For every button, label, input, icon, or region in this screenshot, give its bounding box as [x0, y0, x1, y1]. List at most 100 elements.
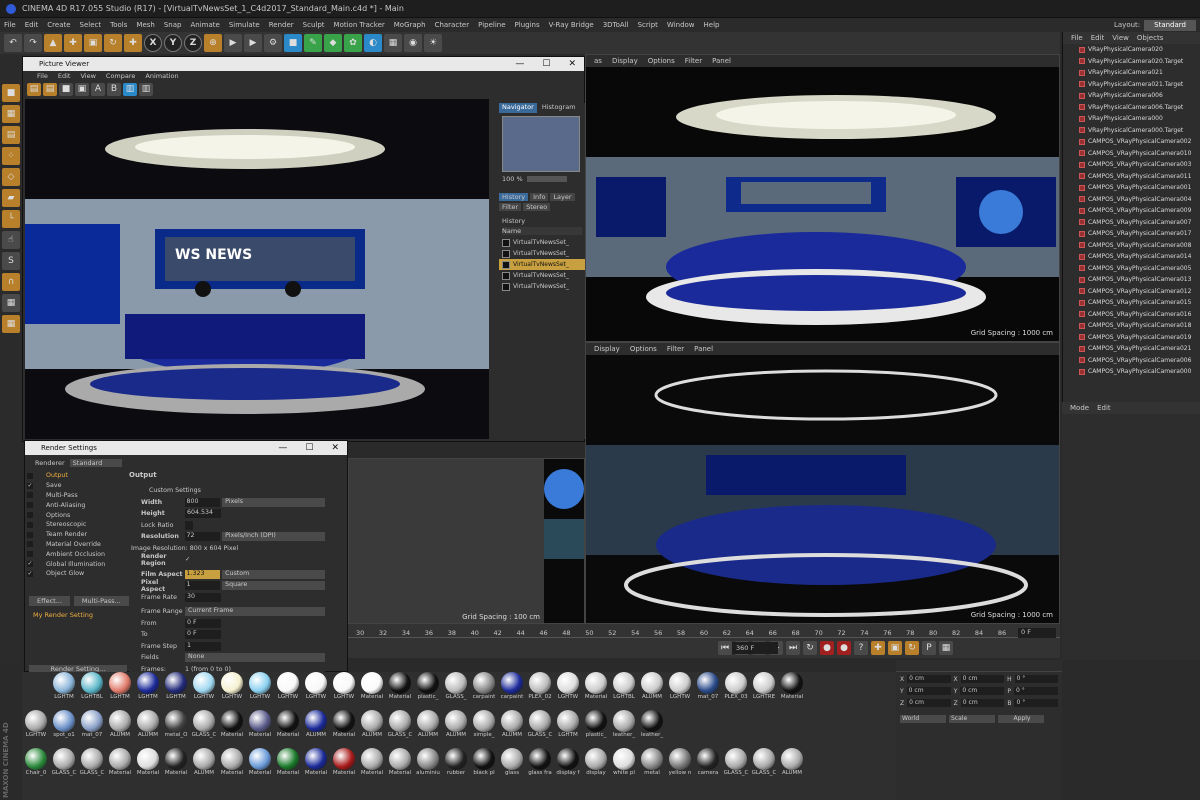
object-row[interactable]: CAMPOS_VRayPhysicalCamera015 [1063, 297, 1200, 309]
material-swatch[interactable]: Chair_0 [22, 748, 50, 779]
render-setting-item[interactable]: ✓ Global Illumination [27, 559, 127, 569]
save-icon[interactable]: ▤ [43, 82, 57, 96]
key-param-icon[interactable]: P [922, 641, 936, 655]
object-row[interactable]: CAMPOS_VRayPhysicalCamera003 [1063, 159, 1200, 171]
object-row[interactable]: CAMPOS_VRayPhysicalCamera007 [1063, 217, 1200, 229]
setting-checkbox[interactable]: ✓ [27, 561, 33, 568]
deformer-icon[interactable]: ◐ [364, 34, 382, 52]
material-swatch[interactable]: GLASS_C [50, 748, 78, 779]
material-swatch[interactable]: Material [302, 748, 330, 779]
render-setting-item[interactable]: ✓ Save [27, 481, 127, 491]
coord-input[interactable]: 0 cm [907, 699, 951, 707]
material-swatch[interactable]: Material [218, 748, 246, 779]
viewport-perspective[interactable]: as Display Options Filter Panel Grid Spacing… [585, 54, 1060, 342]
object-row[interactable]: CAMPOS_VRayPhysicalCamera009 [1063, 205, 1200, 217]
world-select[interactable]: World [900, 715, 946, 723]
material-swatch[interactable]: PLEX_02 [526, 672, 554, 703]
channel2-icon[interactable]: ▥ [139, 82, 153, 96]
material-swatch[interactable]: Material [106, 748, 134, 779]
material-swatch[interactable]: leather_ [638, 710, 666, 741]
menu-item-tools[interactable]: Tools [110, 21, 127, 29]
fields-select[interactable]: None [185, 653, 325, 663]
menu-item-pipeline[interactable]: Pipeline [478, 21, 505, 29]
tab-info[interactable]: Info [530, 193, 549, 201]
tab-history[interactable]: History [499, 193, 529, 201]
material-swatch[interactable]: glass [498, 748, 526, 779]
open-icon[interactable]: ▤ [27, 82, 41, 96]
setting-checkbox[interactable] [27, 492, 33, 499]
film-aspect-select[interactable]: Custom [222, 569, 326, 579]
autokey-icon[interactable]: ● [837, 641, 851, 655]
object-row[interactable]: CAMPOS_VRayPhysicalCamera001 [1063, 182, 1200, 194]
material-swatch[interactable]: carpaint [498, 672, 526, 703]
material-swatch[interactable]: GLASS_ [442, 672, 470, 703]
pv-menu-view[interactable]: View [80, 72, 95, 80]
render-setting-item[interactable]: Output [27, 471, 127, 481]
material-swatch[interactable]: LGHTW [274, 672, 302, 703]
film-aspect-input[interactable]: 1.323 [184, 569, 221, 579]
viewport-front[interactable]: Display Options Filter Panel Grid Spacing :… [585, 342, 1060, 624]
object-row[interactable]: CAMPOS_VRayPhysicalCamera021 [1063, 343, 1200, 355]
menu-item-create[interactable]: Create [47, 21, 70, 29]
frame-rate-input[interactable]: 30 [185, 592, 221, 602]
axis-mode-icon[interactable]: └ [2, 210, 20, 228]
material-swatch[interactable]: LGHTW [330, 672, 358, 703]
material-swatch[interactable]: leather_ [610, 710, 638, 741]
menu-item-snap[interactable]: Snap [164, 21, 182, 29]
maximize-icon[interactable]: ☐ [305, 443, 313, 453]
material-swatch[interactable]: GLASS_C [190, 710, 218, 741]
material-swatch[interactable]: LGHTW [554, 672, 582, 703]
light-icon[interactable]: ☀ [424, 34, 442, 52]
material-swatch[interactable]: ALUMM [778, 748, 806, 779]
scale-select[interactable]: Scale [949, 715, 995, 723]
timeline[interactable]: 30 32 34 36 38 40 42 44 46 48 50 52 54 56 58 60 62 64 66 68… [348, 624, 1060, 658]
object-row[interactable]: VRayPhysicalCamera020.Target [1063, 56, 1200, 68]
viewport-menu-filter[interactable]: Filter [667, 345, 684, 353]
frame-step-input[interactable]: 1 [185, 641, 221, 651]
menu-item-mesh[interactable]: Mesh [136, 21, 154, 29]
coord-input[interactable]: 0 cm [906, 687, 951, 695]
render-view-icon[interactable]: ▶ [224, 34, 242, 52]
material-swatch[interactable]: Material [246, 748, 274, 779]
end-frame-field[interactable]: 360 F [732, 642, 778, 654]
move-icon[interactable]: ✚ [64, 34, 82, 52]
object-row[interactable]: VRayPhysicalCamera021 [1063, 67, 1200, 79]
floor-icon[interactable]: ▦ [384, 34, 402, 52]
menu-item-animate[interactable]: Animate [190, 21, 219, 29]
resolution-input[interactable]: 72 [184, 532, 221, 542]
material-swatch[interactable]: LGHTRE [750, 672, 778, 703]
coord-input[interactable]: 0 ° [1014, 675, 1058, 683]
material-swatch[interactable]: Material [582, 672, 610, 703]
objects-menu-edit[interactable]: Edit [1091, 34, 1105, 42]
material-swatch[interactable]: LGHTW [302, 672, 330, 703]
object-row[interactable]: CAMPOS_VRayPhysicalCamera004 [1063, 194, 1200, 206]
z-axis-icon[interactable]: Z [184, 34, 202, 52]
object-row[interactable]: CAMPOS_VRayPhysicalCamera008 [1063, 240, 1200, 252]
object-row[interactable]: VRayPhysicalCamera006.Target [1063, 102, 1200, 114]
material-swatch[interactable]: ALUMM [358, 710, 386, 741]
material-swatch[interactable]: plastic_ [414, 672, 442, 703]
setting-checkbox[interactable]: ✓ [27, 482, 33, 489]
material-swatch[interactable]: glass fra [526, 748, 554, 779]
material-swatch[interactable]: mat_07 [78, 710, 106, 741]
camera-icon[interactable]: ◉ [404, 34, 422, 52]
menu-item-file[interactable]: File [4, 21, 16, 29]
material-swatch[interactable]: ALUMM [134, 710, 162, 741]
object-row[interactable]: CAMPOS_VRayPhysicalCamera017 [1063, 228, 1200, 240]
material-swatch[interactable]: Material [778, 672, 806, 703]
height-input[interactable]: 604.534 [185, 509, 221, 519]
material-swatch[interactable]: ALUMM [190, 748, 218, 779]
material-swatch[interactable]: LGHTM [554, 710, 582, 741]
menu-item-help[interactable]: Help [704, 21, 720, 29]
keyframe-icon[interactable]: ? [854, 641, 868, 655]
material-swatch[interactable]: Material [330, 710, 358, 741]
setting-checkbox[interactable]: ✓ [27, 570, 33, 577]
menu-item-select[interactable]: Select [80, 21, 102, 29]
history-item[interactable]: VirtualTvNewsSet_ [499, 281, 585, 292]
last-tool-icon[interactable]: ✚ [124, 34, 142, 52]
object-row[interactable]: CAMPOS_VRayPhysicalCamera016 [1063, 309, 1200, 321]
object-row[interactable]: VRayPhysicalCamera000 [1063, 113, 1200, 125]
material-swatch[interactable]: LGHTBL [610, 672, 638, 703]
width-unit-select[interactable]: Pixels [222, 497, 326, 507]
goto-end-icon[interactable]: ⏭ [786, 641, 800, 655]
